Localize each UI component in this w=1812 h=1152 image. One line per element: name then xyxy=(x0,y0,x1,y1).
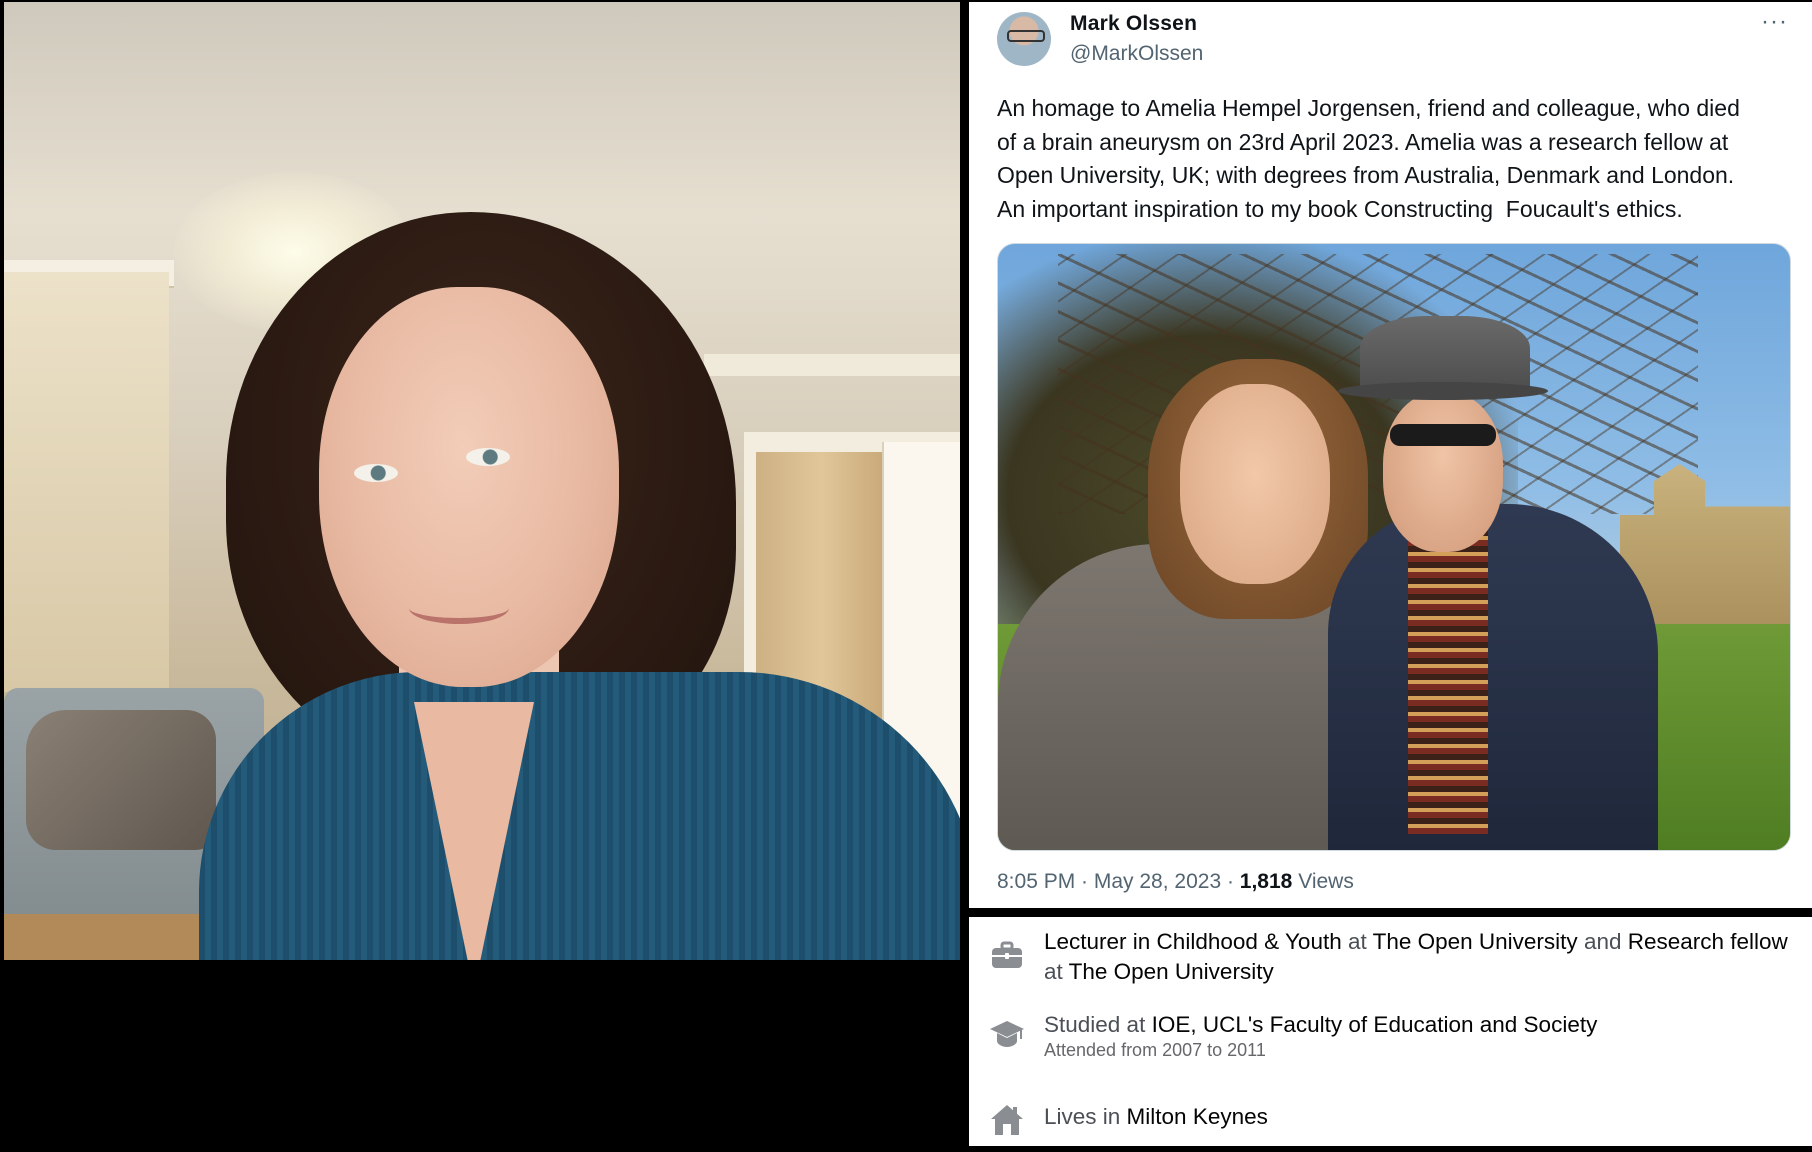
wall xyxy=(4,272,169,692)
connector-text: at xyxy=(1341,929,1373,954)
composite-screenshot: Mark Olssen @MarkOlssen ··· An homage to… xyxy=(0,0,1812,1152)
connector-text: Studied at xyxy=(1044,1012,1152,1037)
coffee-table xyxy=(4,914,214,960)
person-face xyxy=(319,287,619,687)
tweet-meta: 8:05 PM · May 28, 2023 · 1,818 Views xyxy=(997,870,1354,894)
timestamp[interactable]: 8:05 PM · May 28, 2023 · xyxy=(997,870,1240,893)
eye xyxy=(354,464,398,482)
author-handle[interactable]: @MarkOlssen xyxy=(1070,42,1203,66)
tweet-text: An homage to Amelia Hempel Jorgensen, fr… xyxy=(997,95,1740,222)
employer-link-2[interactable]: The Open University xyxy=(1069,959,1274,984)
eye xyxy=(466,448,510,466)
views-label: Views xyxy=(1292,870,1354,893)
sunglasses xyxy=(1390,424,1496,446)
scarf xyxy=(1408,514,1488,834)
connector-text: at xyxy=(1044,959,1069,984)
tweet-photo[interactable] xyxy=(997,243,1791,851)
man-coat xyxy=(1328,504,1658,850)
employer-link[interactable]: The Open University xyxy=(1373,929,1578,954)
avatar[interactable] xyxy=(997,12,1051,66)
school-link[interactable]: IOE, UCL's Faculty of Education and Soci… xyxy=(1152,1012,1598,1037)
education-text: Studied at IOE, UCL's Faculty of Educati… xyxy=(1044,1010,1804,1040)
person-sweater xyxy=(199,672,960,960)
views-count: 1,818 xyxy=(1239,870,1293,893)
mouth xyxy=(409,592,509,624)
author-name[interactable]: Mark Olssen xyxy=(1070,12,1197,36)
portrait-photo xyxy=(4,2,960,960)
connector-text: and xyxy=(1577,929,1628,954)
woman-face xyxy=(1180,384,1330,584)
job-title-2: Research fellow xyxy=(1627,929,1788,954)
tweet-card: Mark Olssen @MarkOlssen ··· An homage to… xyxy=(969,2,1812,908)
briefcase-icon xyxy=(989,937,1025,973)
more-horizontal-icon[interactable]: ··· xyxy=(1761,8,1788,36)
connector-text: Lives in xyxy=(1044,1104,1127,1129)
man-face xyxy=(1383,392,1503,552)
profile-info-panel: Lecturer in Childhood & Youth at The Ope… xyxy=(969,917,1812,1146)
home-icon xyxy=(989,1102,1025,1138)
work-text: Lecturer in Childhood & Youth at The Ope… xyxy=(1044,927,1804,987)
city-link[interactable]: Milton Keynes xyxy=(1127,1104,1268,1129)
attended-years: Attended from 2007 to 2011 xyxy=(1044,1040,1266,1060)
cushion xyxy=(26,710,216,850)
home-text: Lives in Milton Keynes xyxy=(1044,1102,1804,1132)
graduation-cap-icon xyxy=(989,1016,1025,1052)
cornice xyxy=(704,354,960,376)
job-title: Lecturer in Childhood & Youth xyxy=(1044,929,1342,954)
hat-brim xyxy=(1338,382,1548,400)
